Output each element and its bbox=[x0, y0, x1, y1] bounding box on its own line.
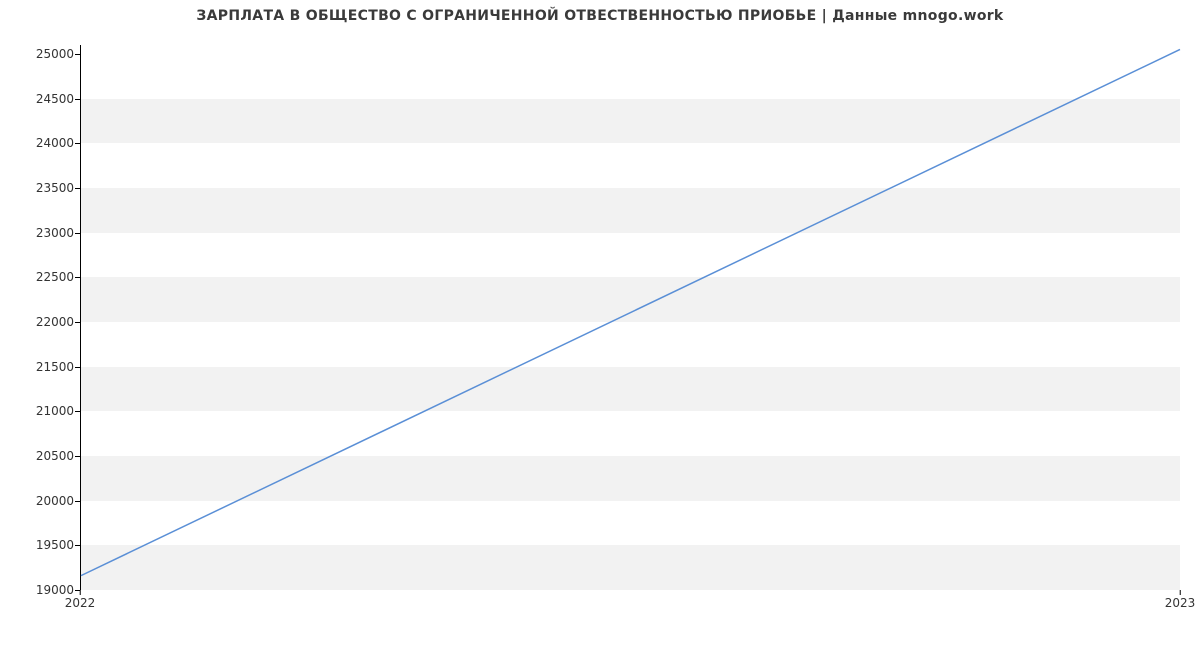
y-tick-label: 19000 bbox=[4, 583, 74, 597]
y-tick-label: 24000 bbox=[4, 136, 74, 150]
chart-title: ЗАРПЛАТА В ОБЩЕСТВО С ОГРАНИЧЕННОЙ ОТВЕС… bbox=[0, 8, 1200, 24]
y-tick-label: 22000 bbox=[4, 315, 74, 329]
y-tick-label: 25000 bbox=[4, 47, 74, 61]
y-tick-label: 23000 bbox=[4, 226, 74, 240]
plot-area bbox=[80, 45, 1180, 590]
y-tick-label: 21000 bbox=[4, 404, 74, 418]
chart-container: ЗАРПЛАТА В ОБЩЕСТВО С ОГРАНИЧЕННОЙ ОТВЕС… bbox=[0, 0, 1200, 650]
x-tick-label: 2022 bbox=[65, 596, 96, 610]
y-tick-label: 21500 bbox=[4, 360, 74, 374]
y-tick-label: 23500 bbox=[4, 181, 74, 195]
y-tick-label: 19500 bbox=[4, 538, 74, 552]
y-tick-label: 20000 bbox=[4, 494, 74, 508]
data-line bbox=[81, 45, 1180, 589]
x-tick-label: 2023 bbox=[1165, 596, 1196, 610]
y-tick-label: 24500 bbox=[4, 92, 74, 106]
y-tick-label: 22500 bbox=[4, 270, 74, 284]
y-tick-label: 20500 bbox=[4, 449, 74, 463]
